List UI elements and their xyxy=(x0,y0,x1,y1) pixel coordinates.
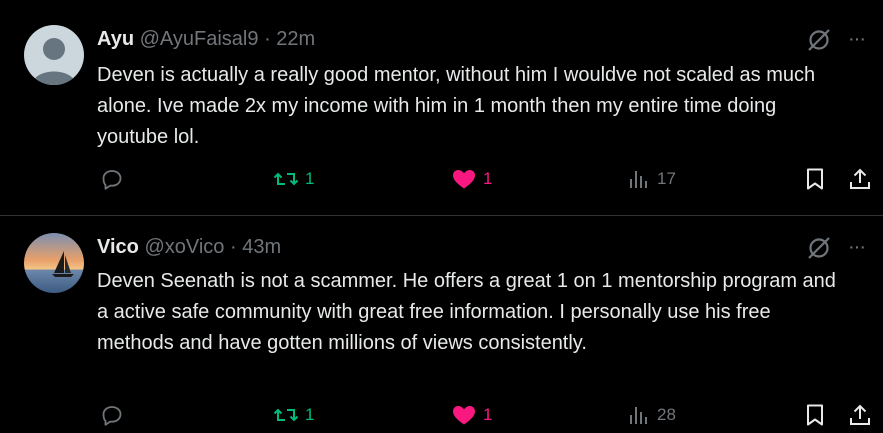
separator-dot: · xyxy=(229,236,237,258)
author-handle[interactable]: @AyuFaisal9 xyxy=(140,28,259,50)
default-avatar-icon xyxy=(24,25,84,85)
more-icon[interactable]: ··· xyxy=(848,236,866,259)
retweet-icon xyxy=(273,172,299,186)
tweet-text: Deven Seenath is not a scammer. He offer… xyxy=(97,270,836,354)
reply-button[interactable] xyxy=(100,167,124,191)
author-name[interactable]: Vico xyxy=(97,236,139,258)
separator-dot: · xyxy=(264,28,271,50)
like-count: 1 xyxy=(483,169,493,188)
views-button[interactable]: 17 xyxy=(627,167,676,191)
tweet-1[interactable]: Ayu @AyuFaisal9 · 22m ··· Deven is actua… xyxy=(0,0,883,215)
views-button[interactable]: 28 xyxy=(627,403,676,427)
timestamp[interactable]: 43m xyxy=(242,236,281,258)
retweet-button[interactable]: 1 xyxy=(273,167,314,191)
tweet-header: Vico @xoVico · 43m xyxy=(97,236,281,259)
retweet-button[interactable]: 1 xyxy=(273,403,314,427)
tweet-actions: 1 1 28 xyxy=(0,403,883,433)
views-count: 17 xyxy=(657,169,676,188)
grok-icon[interactable] xyxy=(806,235,832,261)
share-button[interactable] xyxy=(848,167,872,191)
sailboat-sunset-avatar-icon xyxy=(24,233,84,293)
like-count: 1 xyxy=(483,405,493,424)
reply-button[interactable] xyxy=(100,403,124,427)
bookmark-icon xyxy=(807,168,823,190)
avatar[interactable] xyxy=(24,233,84,293)
share-icon xyxy=(850,168,870,189)
like-icon xyxy=(453,170,475,189)
more-icon[interactable]: ··· xyxy=(848,28,866,51)
reply-icon xyxy=(102,170,122,190)
bookmark-button[interactable] xyxy=(804,403,826,427)
share-button[interactable] xyxy=(848,403,872,427)
share-icon xyxy=(850,404,870,425)
bookmark-button[interactable] xyxy=(804,167,826,191)
views-count: 28 xyxy=(657,405,676,424)
like-button[interactable]: 1 xyxy=(451,167,492,191)
timestamp[interactable]: 22m xyxy=(276,28,315,50)
tweet-header: Ayu @AyuFaisal9 · 22m xyxy=(97,28,315,51)
author-name[interactable]: Ayu xyxy=(97,28,134,50)
tweet-actions: 1 1 17 xyxy=(0,167,883,197)
reply-icon xyxy=(102,406,122,426)
retweet-icon xyxy=(273,408,299,422)
author-handle[interactable]: @xoVico xyxy=(144,236,224,258)
like-button[interactable]: 1 xyxy=(451,403,492,427)
avatar[interactable] xyxy=(24,25,84,85)
retweet-count: 1 xyxy=(305,405,315,424)
views-icon xyxy=(630,407,647,424)
grok-icon[interactable] xyxy=(806,27,832,53)
tweet-2[interactable]: Vico @xoVico · 43m ··· Deven Seenath is … xyxy=(0,216,883,431)
like-icon xyxy=(453,406,475,425)
bookmark-icon xyxy=(807,404,823,426)
tweet-text: Deven is actually a really good mentor, … xyxy=(97,64,816,148)
retweet-count: 1 xyxy=(305,169,315,188)
views-icon xyxy=(630,171,647,188)
